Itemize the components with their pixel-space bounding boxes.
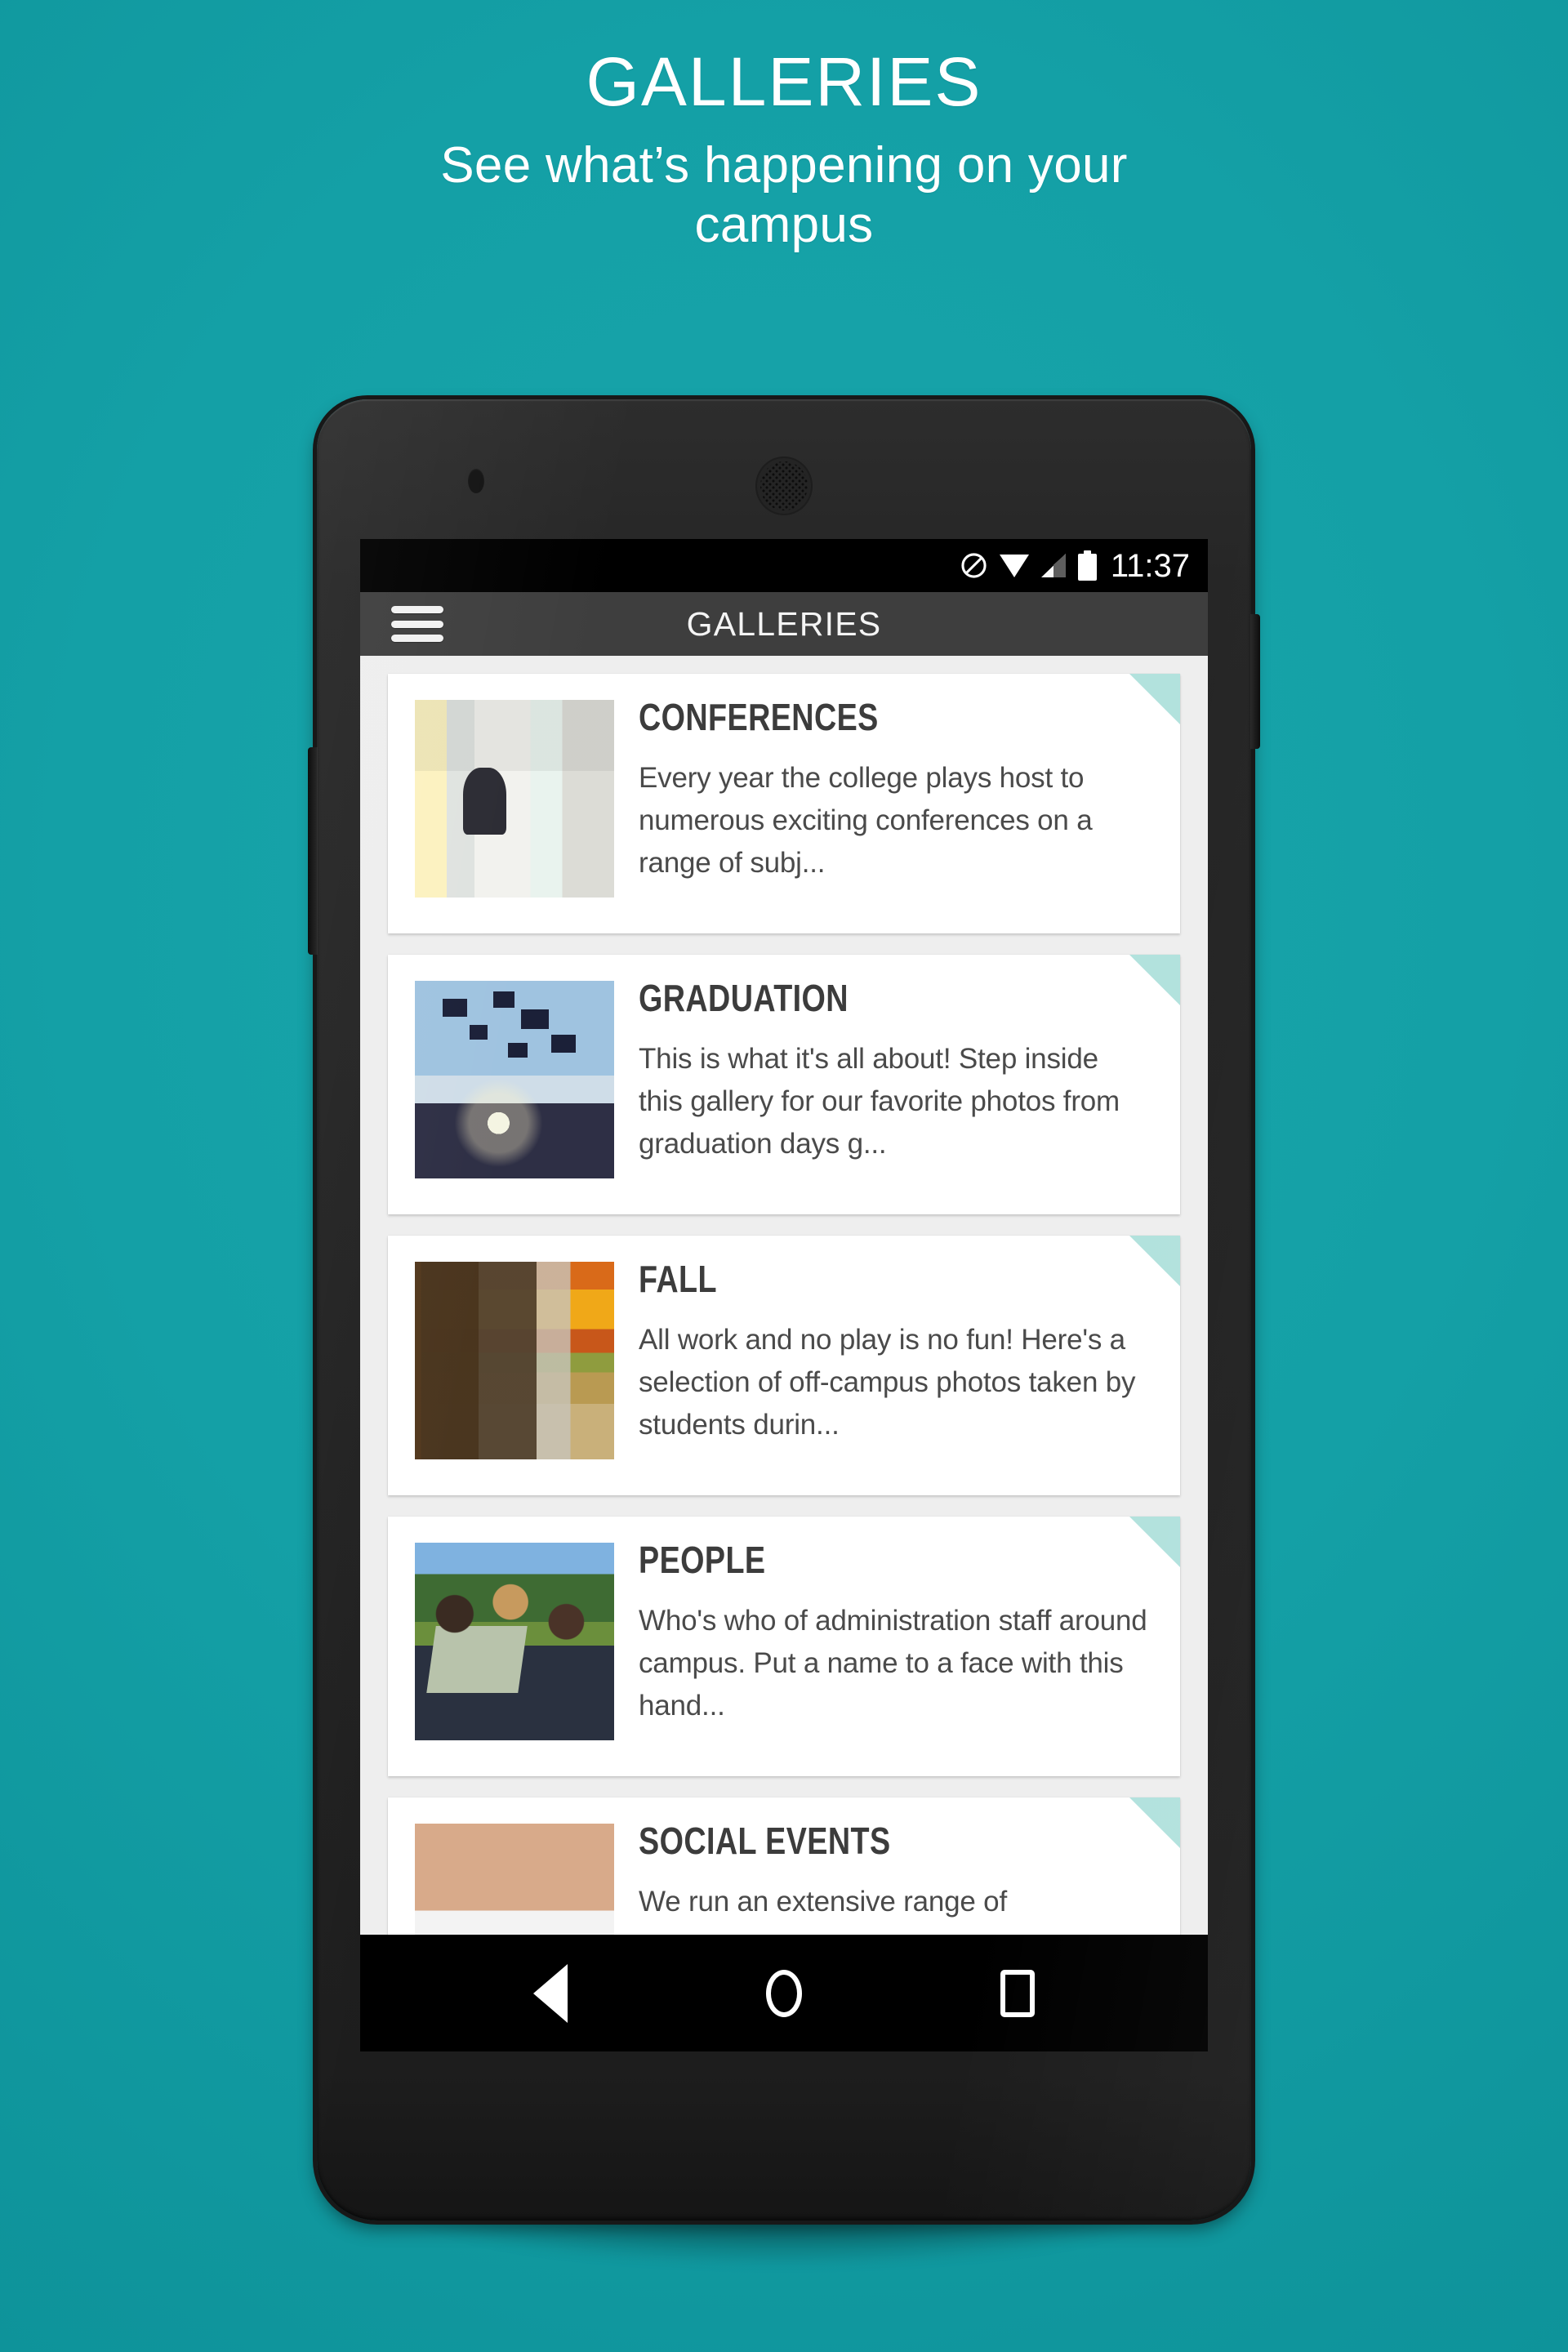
android-navigation-bar <box>360 1935 1208 2051</box>
gallery-card-fall[interactable]: FALL All work and no play is no fun! Her… <box>388 1236 1180 1495</box>
battery-body <box>1077 554 1097 581</box>
gallery-description: All work and no play is no fun! Here's a… <box>639 1324 1136 1441</box>
nav-back-button[interactable] <box>519 1962 582 2025</box>
card-corner-accent <box>1129 674 1180 724</box>
card-body: CONFERENCES Every year the college plays… <box>614 674 1180 884</box>
cellular-signal-icon <box>1040 553 1067 578</box>
hamburger-line-3 <box>391 635 443 642</box>
card-corner-accent <box>1129 1517 1180 1567</box>
do-not-disturb-icon <box>960 551 988 580</box>
phone-screen: 11:37 GALLERIES CONFERENCES Every year t… <box>360 539 1208 2051</box>
earpiece-speaker-icon <box>755 457 813 515</box>
graduation-thumbnail <box>415 981 614 1178</box>
card-corner-accent <box>1129 955 1180 1005</box>
gallery-title: FALL <box>639 1258 717 1300</box>
gallery-title: PEOPLE <box>639 1539 766 1581</box>
gallery-description: Who's who of administration staff around… <box>639 1605 1147 1722</box>
gallery-description: This is what it's all about! Step inside… <box>639 1043 1120 1160</box>
android-status-bar: 11:37 <box>360 539 1208 592</box>
recents-square-icon <box>1000 1969 1035 2017</box>
people-thumbnail <box>415 1543 614 1740</box>
card-body: FALL All work and no play is no fun! Her… <box>614 1236 1180 1446</box>
app-action-bar: GALLERIES <box>360 592 1208 656</box>
hamburger-line-1 <box>391 606 443 613</box>
power-button[interactable] <box>1250 614 1260 749</box>
promo-subtitle: See what’s happening on your campus <box>440 137 1128 254</box>
gallery-title: SOCIAL EVENTS <box>639 1820 891 1862</box>
wifi-icon <box>999 553 1030 578</box>
card-corner-accent <box>1129 1236 1180 1286</box>
home-circle-icon <box>766 1969 802 2017</box>
card-body: GRADUATION This is what it's all about! … <box>614 955 1180 1165</box>
gallery-title: GRADUATION <box>639 977 849 1019</box>
gallery-description: Every year the college plays host to num… <box>639 762 1093 879</box>
gallery-card-people[interactable]: PEOPLE Who's who of administration staff… <box>388 1517 1180 1776</box>
hamburger-line-2 <box>391 620 443 628</box>
hamburger-menu-icon[interactable] <box>391 606 443 642</box>
promo-title: GALLERIES <box>586 43 982 120</box>
promo-header: GALLERIES See what’s happening on your c… <box>0 47 1568 255</box>
gallery-description: We run an extensive range of <box>639 1886 1007 1918</box>
gallery-list[interactable]: CONFERENCES Every year the college plays… <box>360 656 1208 2051</box>
battery-icon <box>1077 550 1097 581</box>
phone-device-mockup: 11:37 GALLERIES CONFERENCES Every year t… <box>308 399 1260 2221</box>
back-triangle-icon <box>533 1963 568 2023</box>
gallery-card-conferences[interactable]: CONFERENCES Every year the college plays… <box>388 674 1180 933</box>
volume-rocker-button[interactable] <box>308 747 318 955</box>
nav-recents-button[interactable] <box>986 1962 1049 2025</box>
gallery-title: CONFERENCES <box>639 696 879 738</box>
card-corner-accent <box>1129 1797 1180 1848</box>
conferences-thumbnail <box>415 700 614 898</box>
card-body: SOCIAL EVENTS We run an extensive range … <box>614 1797 1180 1923</box>
gallery-card-graduation[interactable]: GRADUATION This is what it's all about! … <box>388 955 1180 1214</box>
action-bar-title: GALLERIES <box>686 604 882 643</box>
earpiece-mesh <box>760 461 808 510</box>
status-bar-clock: 11:37 <box>1110 547 1190 584</box>
front-camera-icon <box>468 469 484 493</box>
fall-thumbnail <box>415 1262 614 1459</box>
nav-home-button[interactable] <box>752 1962 816 2025</box>
card-body: PEOPLE Who's who of administration staff… <box>614 1517 1180 1726</box>
